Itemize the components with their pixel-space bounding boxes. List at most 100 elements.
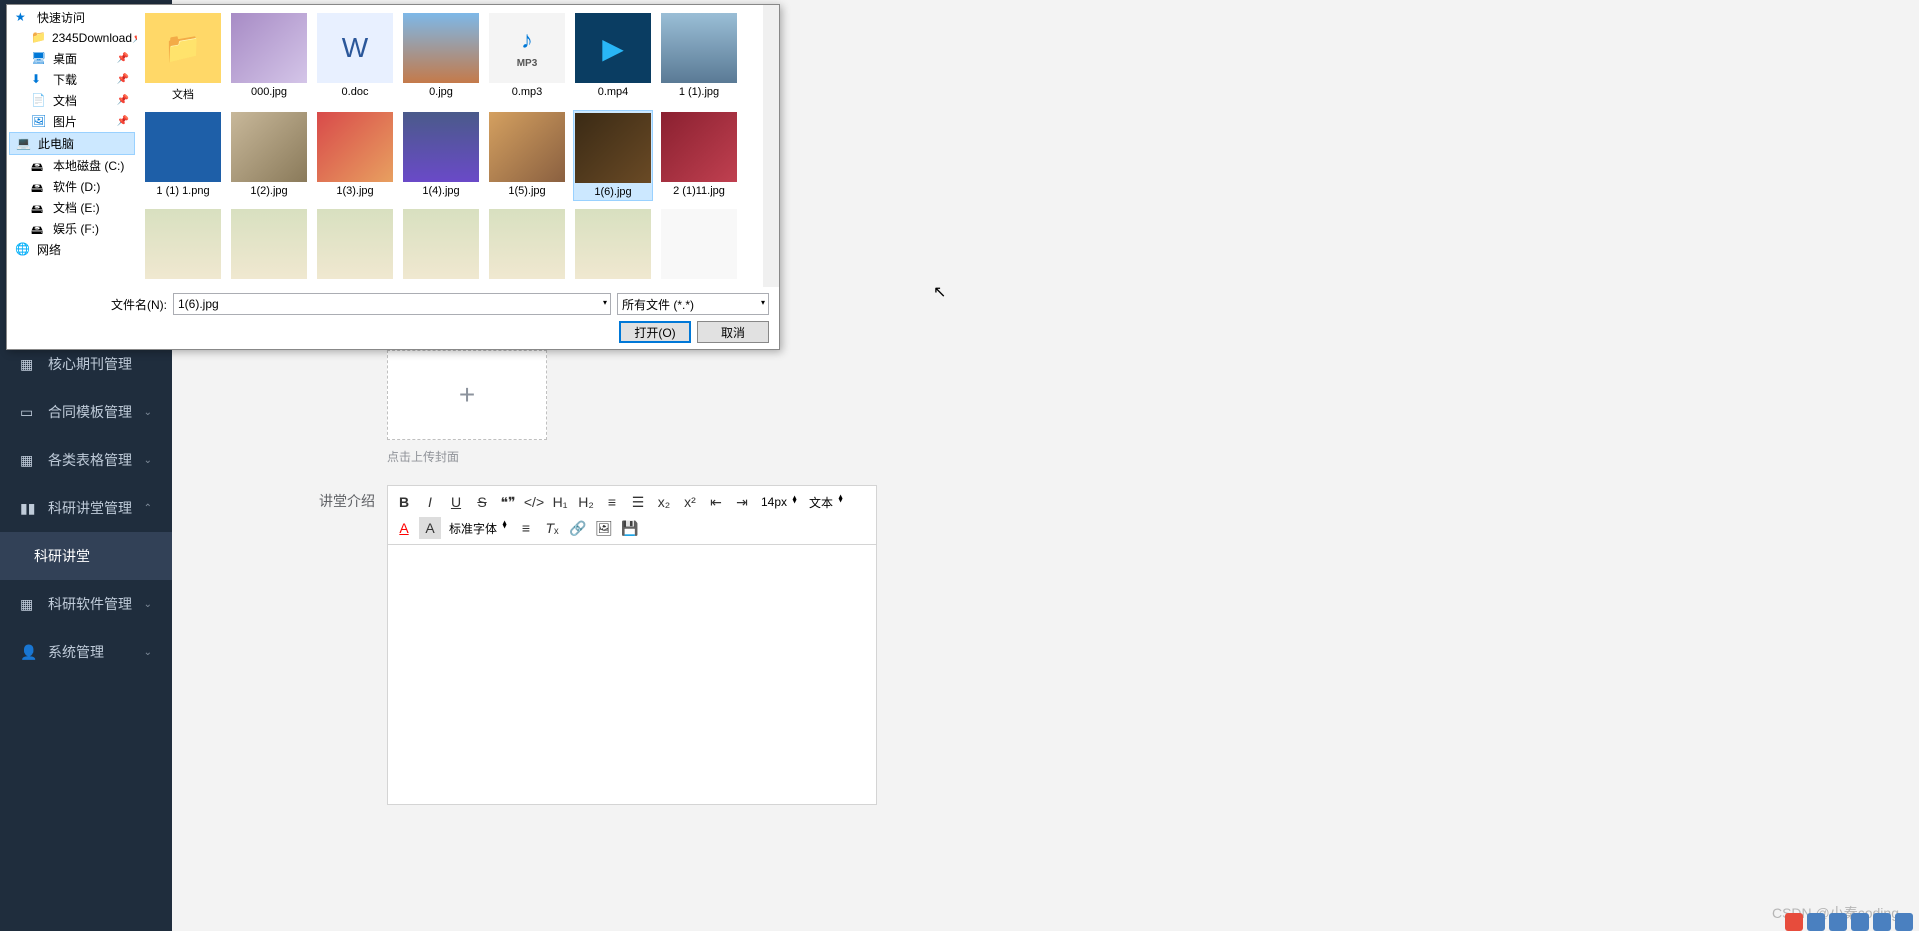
outdent-button[interactable]: ⇥ (731, 491, 753, 513)
h2-button[interactable]: H₂ (575, 491, 597, 513)
cancel-button[interactable]: 取消 (697, 321, 769, 343)
filename-input[interactable] (173, 293, 611, 315)
nav-drive-c[interactable]: 🖴本地磁盘 (C:) (9, 155, 135, 176)
nav-network[interactable]: 🌐网络 (9, 239, 135, 260)
grid-icon: ▦ (20, 356, 36, 372)
underline-button[interactable]: U (445, 491, 467, 513)
nav-drive-f[interactable]: 🖴娱乐 (F:) (9, 218, 135, 239)
file-thumb (403, 112, 479, 182)
file-item[interactable]: 1(6).jpg (573, 110, 653, 201)
tray-icon[interactable] (1873, 913, 1891, 931)
folder-icon: 📁 (31, 30, 46, 46)
star-icon: ★ (15, 10, 31, 26)
image-icon: 🖼 (31, 114, 47, 130)
indent-button[interactable]: ⇤ (705, 491, 727, 513)
file-name: 1(6).jpg (594, 186, 631, 198)
file-item[interactable] (573, 207, 653, 284)
file-name: 0.mp3 (512, 86, 543, 98)
unordered-list-button[interactable]: ☰ (627, 491, 649, 513)
sidebar-label: 系统管理 (48, 642, 104, 662)
user-icon: 👤 (20, 644, 36, 660)
nav-drive-e[interactable]: 🖴文档 (E:) (9, 197, 135, 218)
file-item[interactable]: 1 (1).jpg (659, 11, 739, 104)
nav-download-folder[interactable]: 📁2345Download📌 (9, 28, 135, 48)
pin-icon: 📌 (117, 53, 129, 64)
nav-drive-d[interactable]: 🖴软件 (D:) (9, 176, 135, 197)
font-size-select[interactable]: 14px (757, 493, 801, 511)
sidebar-item-system[interactable]: 👤 系统管理 ⌄ (0, 628, 172, 676)
file-item[interactable]: 1(2).jpg (229, 110, 309, 201)
bold-button[interactable]: B (393, 491, 415, 513)
tray-icon[interactable] (1785, 913, 1803, 931)
link-button[interactable]: 🔗 (567, 517, 589, 539)
tray-icon[interactable] (1829, 913, 1847, 931)
italic-button[interactable]: I (419, 491, 441, 513)
desktop-icon: 🖥 (31, 51, 47, 67)
nav-downloads[interactable]: ⬇下载📌 (9, 69, 135, 90)
align-button[interactable]: ≡ (515, 517, 537, 539)
sidebar-label: 合同模板管理 (48, 402, 132, 422)
sidebar-item-software[interactable]: ▦ 科研软件管理 ⌄ (0, 580, 172, 628)
code-button[interactable]: </> (523, 491, 545, 513)
open-button[interactable]: 打开(O) (619, 321, 691, 343)
file-name: 1(2).jpg (250, 185, 287, 197)
upload-cover-box[interactable]: + (387, 350, 547, 440)
file-item[interactable]: 📁文档 (143, 11, 223, 104)
font-color-button[interactable]: A (393, 517, 415, 539)
ordered-list-button[interactable]: ≡ (601, 491, 623, 513)
file-item[interactable] (315, 207, 395, 284)
file-item[interactable]: 1(4).jpg (401, 110, 481, 201)
file-item[interactable]: 2 (1)11.jpg (659, 110, 739, 201)
sidebar-item-forms[interactable]: ▦ 各类表格管理 ⌄ (0, 436, 172, 484)
file-item[interactable] (401, 207, 481, 284)
upload-row: + 点击上传封面 (222, 350, 1869, 465)
file-item[interactable]: ▶0.mp4 (573, 11, 653, 104)
nav-pictures[interactable]: 🖼图片📌 (9, 111, 135, 132)
file-filter-select[interactable]: 所有文件 (*.*) (617, 293, 769, 315)
sidebar-item-lecture-sub[interactable]: 科研讲堂 (0, 532, 172, 580)
file-item[interactable]: 1 (1) 1.png (143, 110, 223, 201)
file-thumb: W (317, 13, 393, 83)
dialog-file-list[interactable]: 📁文档000.jpgW0.doc0.jpg♪MP30.mp3▶0.mp41 (1… (137, 5, 779, 287)
save-button[interactable]: 💾 (619, 517, 641, 539)
file-item[interactable]: 1(5).jpg (487, 110, 567, 201)
chevron-down-icon: ⌄ (144, 599, 152, 610)
sidebar-item-contract[interactable]: ▭ 合同模板管理 ⌄ (0, 388, 172, 436)
superscript-button[interactable]: x² (679, 491, 701, 513)
image-button[interactable]: 🖼 (593, 517, 615, 539)
nav-this-pc[interactable]: 💻此电脑 (9, 132, 135, 155)
file-item[interactable] (487, 207, 567, 284)
clear-format-button[interactable]: Tₓ (541, 517, 563, 539)
h1-button[interactable]: H₁ (549, 491, 571, 513)
file-name: 000.jpg (251, 86, 287, 98)
subscript-button[interactable]: x₂ (653, 491, 675, 513)
tray-icon[interactable] (1851, 913, 1869, 931)
tray-icon[interactable] (1807, 913, 1825, 931)
pc-icon: 💻 (16, 136, 32, 152)
scrollbar[interactable] (763, 5, 779, 287)
file-item[interactable]: ♪MP30.mp3 (487, 11, 567, 104)
file-item[interactable] (659, 207, 739, 284)
file-thumb (575, 113, 651, 183)
nav-desktop[interactable]: 🖥桌面📌 (9, 48, 135, 69)
sidebar-label: 科研讲堂 (34, 546, 90, 566)
file-item[interactable]: 0.jpg (401, 11, 481, 104)
text-mode-select[interactable]: 文本 (805, 492, 847, 513)
quote-button[interactable]: ❝❞ (497, 491, 519, 513)
editor-body[interactable] (387, 545, 877, 805)
nav-quick-access[interactable]: ★快速访问 (9, 7, 135, 28)
file-item[interactable]: 1(3).jpg (315, 110, 395, 201)
font-family-select[interactable]: 标准字体 (445, 518, 511, 539)
file-item[interactable] (143, 207, 223, 284)
nav-documents[interactable]: 📄文档📌 (9, 90, 135, 111)
strike-button[interactable]: S (471, 491, 493, 513)
system-tray (1785, 913, 1913, 931)
bg-color-button[interactable]: A (419, 517, 441, 539)
file-item[interactable] (229, 207, 309, 284)
file-item[interactable]: 000.jpg (229, 11, 309, 104)
tray-icon[interactable] (1895, 913, 1913, 931)
file-item[interactable]: W0.doc (315, 11, 395, 104)
intro-label: 讲堂介绍 (222, 485, 387, 805)
sidebar-item-lecture[interactable]: ▮▮ 科研讲堂管理 ⌃ (0, 484, 172, 532)
file-name: 1(4).jpg (422, 185, 459, 197)
